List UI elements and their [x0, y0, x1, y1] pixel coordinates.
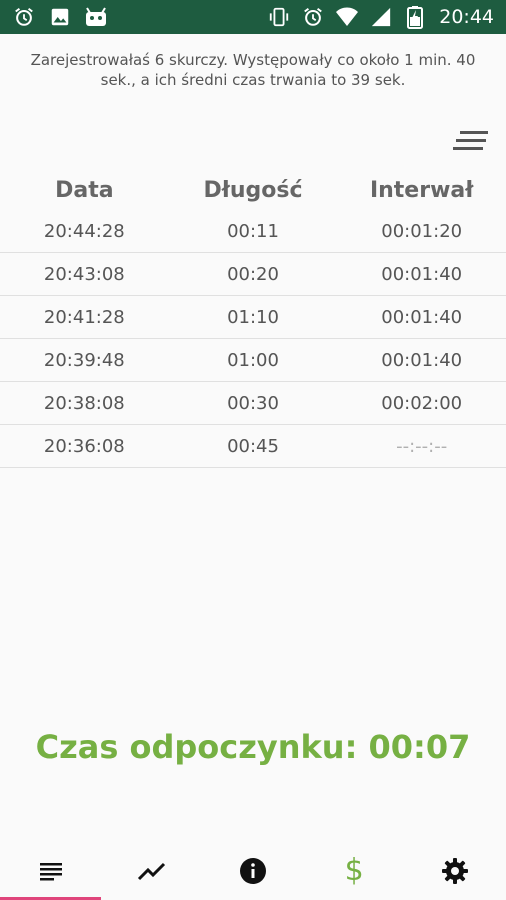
- vibrate-icon: [267, 5, 291, 29]
- alarm-icon: [12, 5, 36, 29]
- contractions-table: Data Długość Interwał 20:44:28 00:11 00:…: [0, 170, 506, 468]
- cell-interval: 00:01:40: [381, 306, 463, 328]
- bottom-navigation: $: [0, 842, 506, 900]
- cell-interval: 00:01:20: [381, 220, 463, 242]
- status-time: 20:44: [439, 6, 494, 28]
- nav-tab-donate[interactable]: $: [304, 842, 405, 900]
- table-row[interactable]: 20:43:08 00:20 00:01:40: [0, 253, 506, 296]
- cell-interval: 00:02:00: [381, 392, 463, 414]
- table-row[interactable]: 20:44:28 00:11 00:01:20: [0, 210, 506, 253]
- cell-interval: 00:01:40: [381, 263, 463, 285]
- cell-date: 20:39:48: [43, 349, 125, 371]
- table-row[interactable]: 20:41:28 01:10 00:01:40: [0, 296, 506, 339]
- table-header: Data Długość Interwał: [0, 170, 506, 210]
- sort-icon: [453, 131, 488, 150]
- chart-icon: [137, 862, 165, 881]
- table-row[interactable]: 20:36:08 00:45 --:--:--: [0, 425, 506, 468]
- nav-tab-list[interactable]: [0, 842, 102, 900]
- cell-date: 20:43:08: [43, 263, 125, 285]
- column-header-duration: Długość: [203, 177, 303, 203]
- column-header-date: Data: [55, 177, 114, 203]
- wifi-icon: [335, 5, 359, 29]
- dollar-icon: $: [344, 853, 364, 888]
- nav-tab-info[interactable]: [202, 842, 303, 900]
- table-row[interactable]: 20:38:08 00:30 00:02:00: [0, 382, 506, 425]
- column-header-interval: Interwał: [369, 177, 474, 203]
- cell-date: 20:38:08: [43, 392, 125, 414]
- signal-icon: [369, 5, 393, 29]
- contractions-summary: Zarejestrowałaś 6 skurczy. Występowały c…: [30, 51, 476, 89]
- cell-interval: 00:01:40: [381, 349, 463, 371]
- table-row[interactable]: 20:39:48 01:00 00:01:40: [0, 339, 506, 382]
- settings-icon: [442, 858, 469, 884]
- cell-date: 20:41:28: [43, 306, 125, 328]
- cell-duration: 00:45: [227, 435, 279, 457]
- cell-duration: 00:11: [227, 220, 279, 242]
- rest-time-label: Czas odpoczynku: 00:07: [35, 728, 471, 766]
- cell-duration: 00:30: [227, 392, 279, 414]
- image-icon: [48, 5, 72, 29]
- cell-duration: 01:00: [227, 349, 279, 371]
- sort-button[interactable]: [450, 128, 490, 156]
- nav-tab-chart[interactable]: [101, 842, 202, 900]
- status-bar: 20:44: [0, 0, 506, 34]
- cell-duration: 01:10: [227, 306, 279, 328]
- cell-date: 20:36:08: [43, 435, 125, 457]
- list-icon: [39, 863, 62, 881]
- cell-date: 20:44:28: [43, 220, 125, 242]
- android-icon: [84, 5, 108, 29]
- alarm-icon: [301, 5, 325, 29]
- battery-icon: [403, 5, 427, 29]
- nav-tab-settings[interactable]: [405, 842, 506, 900]
- cell-duration: 00:20: [227, 263, 279, 285]
- cell-interval: --:--:--: [396, 435, 448, 457]
- info-icon: [240, 858, 266, 884]
